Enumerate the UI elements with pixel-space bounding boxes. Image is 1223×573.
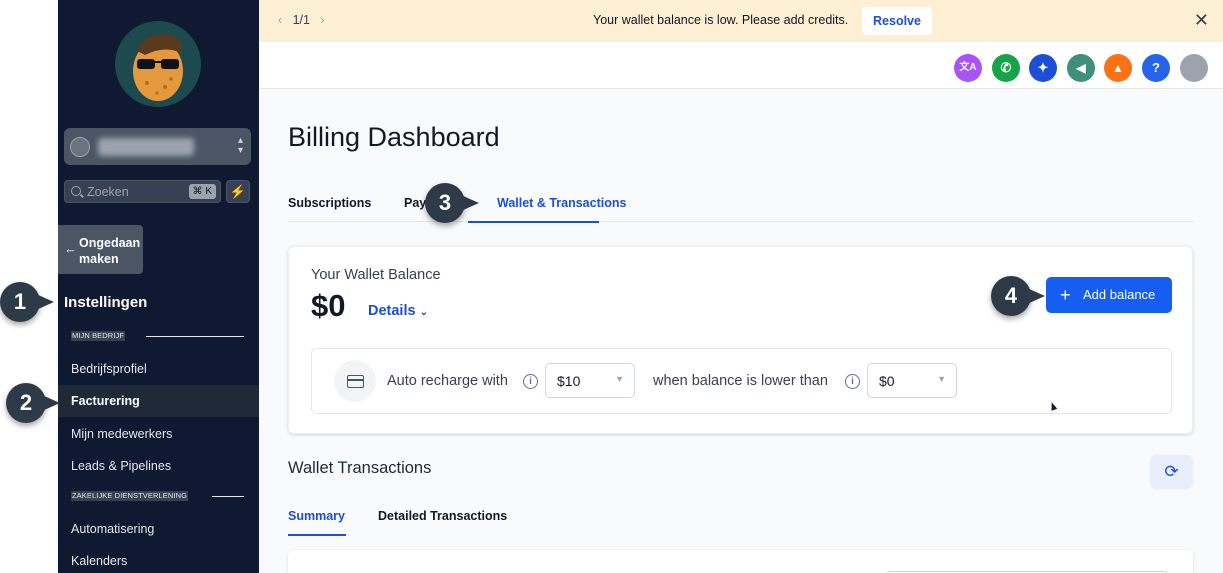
undo-label: Ongedaan maken — [79, 236, 141, 266]
wallet-balance-amount: $0 — [311, 288, 346, 323]
help-icon[interactable]: ? — [1142, 54, 1170, 82]
active-tab-indicator — [468, 221, 599, 223]
wallet-balance-card: Your Wallet Balance $0 Details ⌄ + Add b… — [288, 246, 1193, 434]
sidebar-item-company-profile[interactable]: Bedrijfsprofiel — [58, 353, 259, 385]
tab-detailed-transactions[interactable]: Detailed Transactions — [378, 509, 507, 523]
recharge-amount-value: $10 — [557, 373, 581, 389]
chevron-down-icon: ▼ — [615, 374, 624, 384]
phone-icon[interactable]: ✆ — [992, 54, 1020, 82]
potato-mascot-icon — [133, 34, 183, 101]
wallet-balance-title: Your Wallet Balance — [311, 267, 441, 283]
sidebar-item-leads-pipelines[interactable]: Leads & Pipelines — [58, 450, 259, 482]
section-label: ZAKELIJKE DIENSTVERLENING — [71, 491, 189, 501]
callout-badge: 2 — [6, 383, 60, 423]
auto-recharge-label: Auto recharge with — [387, 373, 508, 389]
callout-badge: 4 — [991, 276, 1045, 316]
sidebar-item-my-staff[interactable]: Mijn medewerkers — [58, 418, 259, 450]
search-shortcut: ⌘ K — [188, 184, 216, 199]
banner-pager: ‹ 1/1 › — [278, 13, 325, 27]
main-content: Billing Dashboard Subscriptions Pay Wall… — [259, 89, 1223, 573]
search-placeholder: Zoeken — [87, 185, 129, 199]
transaction-tabs: Summary Detailed Transactions — [288, 494, 1193, 536]
avatar[interactable] — [1180, 54, 1208, 82]
resolve-button[interactable]: Resolve — [862, 7, 932, 35]
sidebar: ▴ ▾ Zoeken ⌘ K ⚡ ← Ongedaan maken Instell… — [58, 0, 259, 573]
arrow-left-icon: ← — [64, 241, 77, 256]
account-switcher[interactable]: ▴ ▾ — [64, 128, 251, 165]
bell-icon[interactable]: ▲ — [1104, 54, 1132, 82]
close-icon[interactable]: ✕ — [1194, 10, 1209, 31]
wallet-transactions-title: Wallet Transactions — [288, 459, 432, 477]
section-header-business-services: ZAKELIJKE DIENSTVERLENING — [71, 491, 246, 501]
summary-card — [288, 550, 1193, 573]
sidebar-item-billing[interactable]: Facturering — [58, 385, 259, 417]
threshold-value: $0 — [879, 373, 895, 389]
plus-icon: + — [1060, 285, 1071, 305]
settings-title: Instellingen — [64, 294, 148, 311]
threshold-select[interactable]: $0 ▼ — [867, 363, 957, 398]
threshold-label: when balance is lower than — [653, 373, 828, 389]
account-avatar-icon — [70, 137, 90, 157]
sidebar-item-automation[interactable]: Automatisering — [58, 513, 259, 545]
tab-payments[interactable]: Pay — [404, 196, 426, 210]
undo-button[interactable]: ← Ongedaan maken — [58, 225, 143, 274]
page-title: Billing Dashboard — [288, 122, 500, 152]
megaphone-icon[interactable]: ◀ — [1067, 54, 1095, 82]
section-label: MIJN BEDRIJF — [71, 331, 126, 341]
add-balance-label: Add balance — [1083, 287, 1156, 302]
tab-subscriptions[interactable]: Subscriptions — [288, 196, 371, 210]
billing-tabs: Subscriptions Pay Wallet & Transactions — [288, 177, 1193, 222]
company-logo[interactable] — [115, 21, 201, 107]
chevron-up-down-icon: ▴ ▾ — [237, 135, 243, 156]
account-name-redacted — [98, 138, 194, 156]
chevron-down-icon: ⌄ — [419, 307, 428, 318]
recharge-amount-select[interactable]: $10 ▼ — [545, 363, 635, 398]
quick-action-bolt-icon[interactable]: ⚡ — [226, 180, 250, 203]
translate-icon[interactable]: 文A — [954, 54, 982, 82]
callout-badge: 3 — [425, 183, 479, 223]
add-balance-button[interactable]: + Add balance — [1046, 277, 1172, 313]
tab-wallet-transactions[interactable]: Wallet & Transactions — [497, 196, 626, 210]
sparkles-icon[interactable]: ✦ — [1029, 54, 1057, 82]
banner-message: Your wallet balance is low. Please add c… — [593, 13, 849, 27]
callout-badge: 1 — [0, 282, 54, 322]
search-input[interactable]: Zoeken ⌘ K — [64, 180, 221, 203]
chevron-right-icon[interactable]: › — [320, 13, 324, 27]
section-divider — [146, 336, 244, 337]
section-header-my-business: MIJN BEDRIJF — [71, 331, 246, 341]
info-icon[interactable]: i — [845, 374, 860, 389]
refresh-icon[interactable]: ⟳ — [1150, 455, 1193, 489]
banner-page-count: 1/1 — [292, 13, 310, 27]
credit-card-icon — [334, 360, 376, 402]
chevron-left-icon[interactable]: ‹ — [278, 13, 282, 27]
auto-recharge-panel: Auto recharge with i $10 ▼ when balance … — [311, 348, 1172, 414]
chevron-down-icon: ▼ — [937, 374, 946, 384]
sidebar-item-calendars[interactable]: Kalenders — [58, 545, 259, 573]
search-icon — [71, 186, 81, 196]
top-header: 文A ✆ ✦ ◀ ▲ ? — [259, 42, 1223, 89]
info-icon[interactable]: i — [523, 374, 538, 389]
details-label: Details — [368, 303, 416, 319]
active-tab-indicator — [288, 534, 346, 536]
low-balance-banner: ‹ 1/1 › Your wallet balance is low. Plea… — [259, 0, 1223, 42]
tab-summary[interactable]: Summary — [288, 509, 345, 523]
details-dropdown[interactable]: Details ⌄ — [368, 303, 428, 319]
section-divider — [212, 496, 244, 497]
